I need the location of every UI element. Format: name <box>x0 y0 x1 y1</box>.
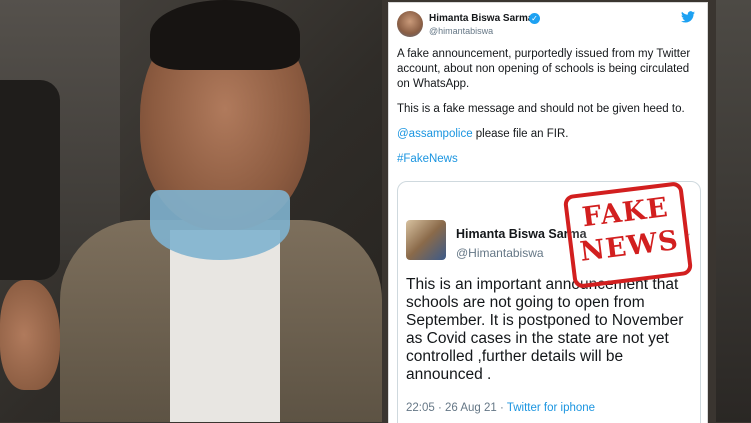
embedded-tweet-text: This is an important announcement that s… <box>406 276 684 383</box>
chair <box>0 80 60 280</box>
tweet-paragraph: This is a fake message and should not be… <box>397 103 685 115</box>
tweet-paragraph: @assampolice please file an FIR. <box>397 127 697 142</box>
twitter-bird-icon[interactable] <box>681 11 695 23</box>
separator: · <box>500 402 507 414</box>
tweet-header: Himanta Biswa Sarma ✓ @himantabiswa <box>397 11 699 43</box>
tweet-handle[interactable]: @himantabiswa <box>429 26 493 36</box>
embedded-avatar <box>406 220 446 260</box>
fake-news-stamp: FAKE NEWS <box>562 181 694 289</box>
background-strip <box>716 0 751 422</box>
tweet-text: please file an FIR. <box>472 128 569 140</box>
tweet-user-name[interactable]: Himanta Biswa Sarma <box>429 13 534 24</box>
tweet-paragraph: A fake announcement, purportedly issued … <box>397 48 691 90</box>
verified-icon: ✓ <box>529 13 540 24</box>
hair <box>150 0 300 70</box>
separator: · <box>437 402 446 414</box>
avatar[interactable] <box>397 11 423 37</box>
tweet-body: A fake announcement, purportedly issued … <box>397 47 697 177</box>
tweet-paragraph: #FakeNews <box>397 152 697 167</box>
embedded-date: 26 Aug 21 <box>445 402 497 414</box>
politician-photo <box>0 0 382 422</box>
embedded-time: 22:05 <box>406 402 435 414</box>
hashtag-link[interactable]: #FakeNews <box>397 153 458 165</box>
mention-link[interactable]: @assampolice <box>397 128 473 140</box>
hand <box>0 280 60 390</box>
embedded-handle: @Himantabiswa <box>456 246 544 260</box>
embedded-source: Twitter for iphone <box>506 402 596 414</box>
face-mask <box>150 190 290 260</box>
embedded-tweet-meta: 22:05 · 26 Aug 21 · Twitter for iphone <box>406 402 595 414</box>
